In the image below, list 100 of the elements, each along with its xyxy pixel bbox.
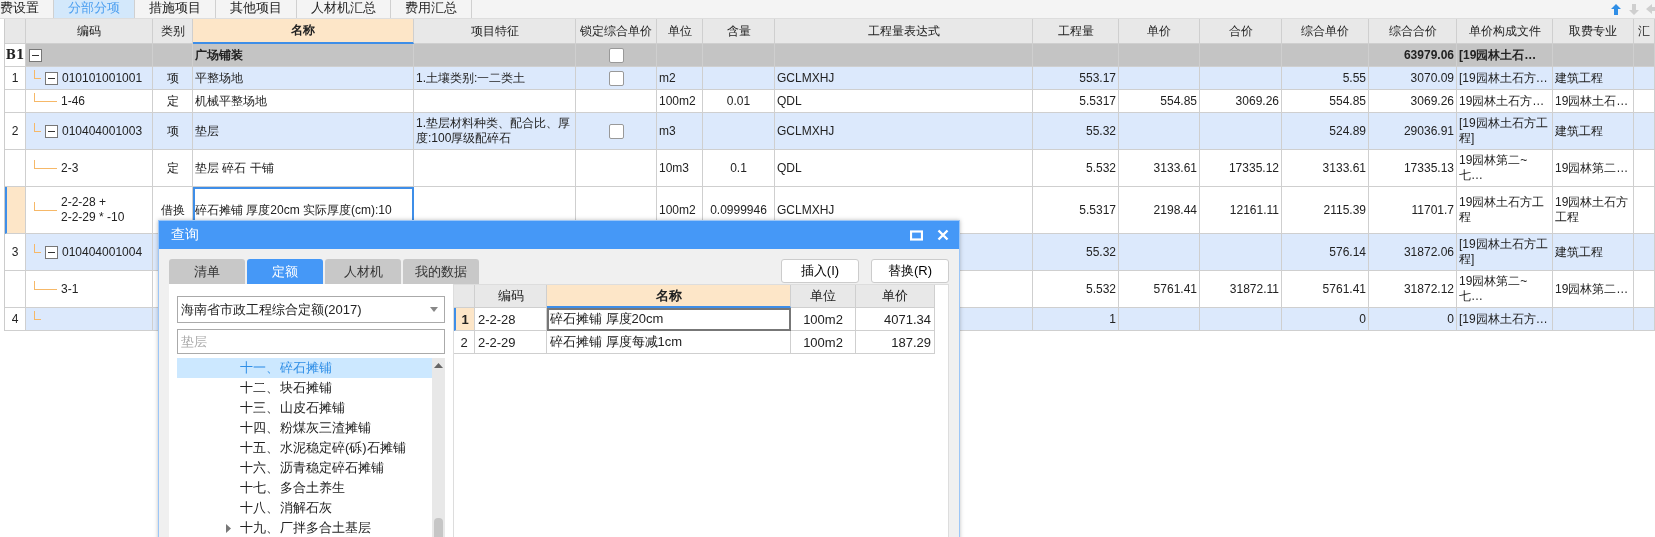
- table-cell: 0.1: [703, 150, 775, 187]
- chapter-item[interactable]: 十二、块石摊铺: [177, 378, 432, 398]
- table-cell: 1.垫层材料种类、配合比、厚度:100厚级配碎石: [414, 113, 576, 150]
- action-button[interactable]: 插入(I): [781, 258, 859, 283]
- lock-checkbox[interactable]: [608, 123, 624, 139]
- lock-checkbox[interactable]: [608, 70, 624, 86]
- table-cell: 0: [1369, 308, 1457, 331]
- scrollbar[interactable]: [432, 358, 445, 537]
- table-cell: 平整场地: [193, 67, 414, 90]
- table-cell: 3133.61: [1282, 150, 1369, 187]
- collapse-toggle[interactable]: [29, 48, 42, 62]
- column-header[interactable]: 项目特征: [414, 19, 576, 44]
- table-cell: 553.17: [1033, 67, 1119, 90]
- column-header[interactable]: 名称: [193, 19, 414, 44]
- table-cell: 1.土壤类别:一二类土: [414, 67, 576, 90]
- move-down-icon[interactable]: [1628, 2, 1640, 16]
- table-cell: 554.85: [1282, 90, 1369, 113]
- row-number[interactable]: [5, 90, 26, 113]
- move-left-icon[interactable]: [1646, 3, 1655, 15]
- column-header[interactable]: 工程量表达式: [775, 19, 1033, 44]
- row-number[interactable]: 1: [5, 67, 26, 90]
- tree-connector: [34, 243, 41, 253]
- table-cell: 55.32: [1033, 113, 1119, 150]
- expand-arrow-icon[interactable]: [226, 523, 231, 533]
- column-header[interactable]: 锁定综合单价: [576, 19, 657, 44]
- chapter-item[interactable]: 十七、多合土养生: [177, 478, 432, 498]
- column-header[interactable]: 综合单价: [1282, 19, 1369, 44]
- chapter-item[interactable]: 十九、厂拌多合土基层: [177, 518, 432, 537]
- table-cell: 12161.11: [1200, 187, 1282, 234]
- library-dropdown[interactable]: 海南省市政工程综合定额(2017): [177, 296, 445, 323]
- table-cell: [19园林土石…: [1457, 44, 1553, 67]
- row-number[interactable]: 3: [5, 234, 26, 271]
- chapter-item[interactable]: 十八、消解石灰: [177, 498, 432, 518]
- column-header[interactable]: 单价: [856, 285, 935, 308]
- scroll-thumb[interactable]: [434, 518, 443, 537]
- maximize-button[interactable]: [910, 229, 923, 241]
- action-button[interactable]: 替换(R): [871, 258, 949, 283]
- module-tab[interactable]: 其他项目: [216, 0, 297, 18]
- table-cell: GCLMXHJ: [775, 113, 1033, 150]
- row-number[interactable]: [5, 187, 26, 234]
- row-number[interactable]: 4: [5, 308, 26, 331]
- column-header[interactable]: 工程量: [1033, 19, 1119, 44]
- table-cell: 19园林第二~七…: [1457, 271, 1553, 308]
- module-tab[interactable]: 人材机汇总: [297, 0, 391, 18]
- column-header[interactable]: 取费专业: [1553, 19, 1634, 44]
- dialog-tab[interactable]: 人材机: [325, 259, 401, 284]
- chapter-item[interactable]: 十五、水泥稳定碎(砾)石摊铺: [177, 438, 432, 458]
- table-cell: 19园林土石…: [1553, 90, 1634, 113]
- table-cell: [19园林土石方工程]: [1457, 113, 1553, 150]
- code-text: 010404001004: [62, 244, 143, 260]
- collapse-toggle[interactable]: [45, 71, 58, 85]
- table-cell: 19园林第二…: [1553, 150, 1634, 187]
- tree-connector: [34, 159, 57, 169]
- row-number[interactable]: B1: [5, 44, 26, 67]
- table-cell: 19园林第二~七…: [1457, 150, 1553, 187]
- collapse-toggle[interactable]: [45, 124, 58, 138]
- table-cell: 建筑工程: [1553, 113, 1634, 150]
- table-cell: 31872.06: [1369, 234, 1457, 271]
- column-header[interactable]: 单价: [1119, 19, 1200, 44]
- move-up-icon[interactable]: [1610, 2, 1622, 16]
- lock-checkbox[interactable]: [608, 47, 624, 63]
- column-header[interactable]: 编码: [475, 285, 547, 308]
- collapse-toggle[interactable]: [45, 245, 58, 259]
- table-cell: 17335.13: [1369, 150, 1457, 187]
- column-header[interactable]: 含量: [703, 19, 775, 44]
- column-header[interactable]: 类别: [153, 19, 193, 44]
- tree-connector: [34, 69, 41, 79]
- column-header[interactable]: 单位: [657, 19, 703, 44]
- table-cell: 5.5317: [1033, 187, 1119, 234]
- row-number[interactable]: [5, 150, 26, 187]
- column-header[interactable]: 合价: [1200, 19, 1282, 44]
- row-number[interactable]: 2: [5, 113, 26, 150]
- column-header[interactable]: 单位: [791, 285, 856, 308]
- row-number[interactable]: 1: [454, 308, 475, 331]
- module-tab[interactable]: 费用汇总: [391, 0, 472, 18]
- column-header[interactable]: 综合合价: [1369, 19, 1457, 44]
- code-text: 3-1: [61, 281, 79, 297]
- column-header[interactable]: 编码: [26, 19, 153, 44]
- table-cell: [19园林土石方工程]: [1457, 234, 1553, 271]
- column-header[interactable]: 汇: [1634, 19, 1655, 44]
- table-cell: 524.89: [1282, 113, 1369, 150]
- close-button[interactable]: [937, 229, 949, 241]
- scroll-up-icon[interactable]: [434, 363, 443, 368]
- row-number[interactable]: 2: [454, 331, 475, 354]
- table-cell: 碎石摊铺 厚度20cm: [547, 308, 791, 331]
- maximize-icon: [910, 229, 923, 241]
- row-number[interactable]: [5, 271, 26, 308]
- dialog-tab[interactable]: 我的数据: [403, 259, 479, 284]
- table-cell: 5.532: [1033, 150, 1119, 187]
- chapter-item[interactable]: 十六、沥青稳定碎石摊铺: [177, 458, 432, 478]
- chapter-item[interactable]: 十四、粉煤灰三渣摊铺: [177, 418, 432, 438]
- column-header[interactable]: 名称: [547, 285, 791, 308]
- table-cell: 554.85: [1119, 90, 1200, 113]
- dialog-tab[interactable]: 清单: [169, 259, 245, 284]
- search-field[interactable]: 垫层: [177, 329, 445, 354]
- module-tab[interactable]: 措施项目: [135, 0, 216, 18]
- table-cell: 19园林第二…: [1553, 271, 1634, 308]
- column-header[interactable]: 单价构成文件: [1457, 19, 1553, 44]
- table-cell: 55.32: [1033, 234, 1119, 271]
- chapter-item[interactable]: 十三、山皮石摊铺: [177, 398, 432, 418]
